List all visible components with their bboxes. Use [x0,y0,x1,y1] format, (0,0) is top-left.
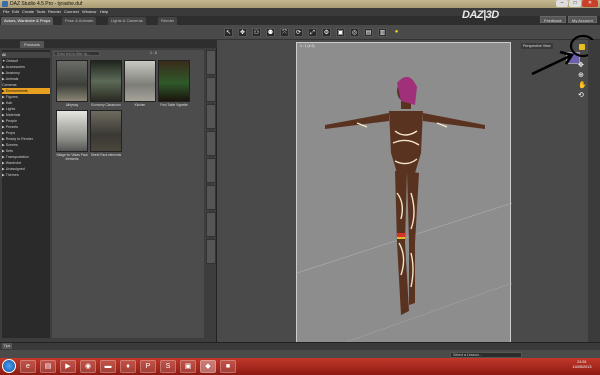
start-button[interactable] [2,359,16,373]
surface-tool-icon[interactable]: ◎ [350,28,359,37]
product-thumbnail[interactable] [90,110,122,152]
camera-tool-icon[interactable]: ▤ [364,28,373,37]
panel-header: Products [0,40,217,48]
side-tab[interactable] [206,131,216,156]
daz-icon[interactable]: ◆ [200,360,216,373]
menu-window[interactable]: Window [82,9,96,14]
toolbar: ↖ ✥ ⚇ ⚉ ⤧ ⟳ ⤢ ⚙ ▣ ◎ ▤ ▥ ● [0,25,600,40]
menu-file[interactable]: File [3,9,9,14]
menu-create[interactable]: Create [22,9,34,14]
side-tab[interactable] [206,104,216,129]
close-button[interactable]: ✕ [582,0,598,7]
page-indicator: 1 - 8 [150,51,157,55]
photoshop-icon[interactable]: P [140,360,156,373]
title-bar: DAZ Studio 4.5 Pro - tyrashe.duf – □ ✕ [0,0,600,8]
menu-bar: File Edit Create Tools Render Connect Wi… [0,8,600,16]
filter-input[interactable]: Enter text to filter by... [54,51,100,56]
minimize-button[interactable]: – [556,0,568,7]
rotate-tool-icon[interactable]: ⟳ [294,28,303,37]
side-tabs [206,50,216,270]
render-settings-icon[interactable]: ▥ [378,28,387,37]
tab-actors-wardrobe-props[interactable]: Actors, Wardrobe & Props [1,17,54,25]
product-label: Pool Table Vignette [160,103,188,107]
taskbar: e ▤ ▶ ◉ ▬ ♦ P S ▣ ◆ ■ [0,358,600,375]
side-tab[interactable] [206,77,216,102]
side-tab[interactable] [206,158,216,183]
side-tab[interactable] [206,185,216,210]
viewport-aspect-label: 1 : 1 (4:3) [300,44,315,48]
pose-tool-icon[interactable]: ⚇ [252,28,261,37]
clock-date: 14/05/2013 [572,365,592,369]
media-icon[interactable]: ▶ [60,360,76,373]
menu-edit[interactable]: Edit [12,9,19,14]
side-tab[interactable] [206,50,216,75]
universal-tool-icon[interactable]: ✥ [238,28,247,37]
side-tab[interactable] [206,212,216,237]
reset-view-icon[interactable]: ⟲ [578,92,586,100]
explorer-icon[interactable]: ▤ [40,360,56,373]
daz3d-logo: DAZ|3D [462,9,499,21]
tips-button[interactable]: Tips [2,343,12,349]
system-clock[interactable]: 21:51 14/05/2013 [566,360,598,370]
workspace-tabs: Actors, Wardrobe & Props Pose & Animate … [0,16,600,25]
scale-tool-icon[interactable]: ⤢ [308,28,317,37]
category-tree: All ▼ Default ▶ Accessories ▶ Anatomy ▶ … [2,50,50,338]
tab-products[interactable]: Products [20,41,44,48]
menu-render[interactable]: Render [48,9,61,14]
node-weight-tool-icon[interactable]: ⚙ [322,28,331,37]
status-bar [0,342,600,350]
product-thumbnail[interactable] [90,60,122,102]
my-account-button[interactable]: My Account [568,16,597,23]
translate-tool-icon[interactable]: ⤧ [280,28,289,37]
firefox-icon[interactable]: ◉ [80,360,96,373]
skype-icon[interactable]: S [160,360,176,373]
app3-icon[interactable]: ■ [220,360,236,373]
tab-pose-animate[interactable]: Pose & Animate [62,17,97,25]
menu-connect[interactable]: Connect [64,9,79,14]
side-tab[interactable] [206,239,216,264]
menu-help[interactable]: Help [100,9,108,14]
product-thumbnail[interactable] [56,60,88,102]
figure-render [296,76,513,350]
tab-render[interactable]: Render [158,17,178,25]
ie-icon[interactable]: e [20,360,36,373]
spot-render-tool-icon[interactable]: ▣ [336,28,345,37]
folder-icon[interactable]: ▬ [100,360,116,373]
joint-tool-icon[interactable]: ⚉ [266,28,275,37]
app-icon[interactable]: ♦ [120,360,136,373]
tab-lights-cameras[interactable]: Lights & Cameras [108,17,146,25]
window-title: DAZ Studio 4.5 Pro - tyrashe.duf [10,1,83,7]
right-side-tabs [588,40,600,350]
product-thumbnail[interactable] [158,60,190,102]
app-icon [2,1,8,7]
product-label: Street Pack elements [90,153,122,157]
lightbulb-icon[interactable]: ● [392,28,401,37]
category-item[interactable]: ▶ Themes [2,172,50,178]
select-tool-icon[interactable]: ↖ [224,28,233,37]
viewport-canvas[interactable] [296,42,513,350]
maximize-button[interactable]: □ [569,0,581,7]
feedback-button[interactable]: Feedback [540,16,566,23]
product-thumbnail[interactable] [124,60,156,102]
product-thumbnail[interactable] [56,110,88,152]
menu-tools[interactable]: Tools [36,9,45,14]
app2-icon[interactable]: ▣ [180,360,196,373]
